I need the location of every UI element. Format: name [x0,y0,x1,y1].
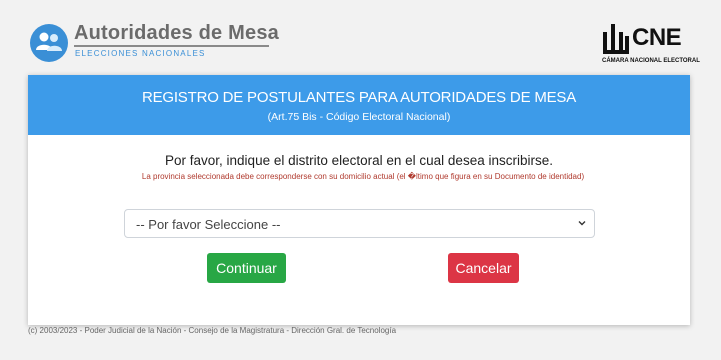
cne-logo-text: CNE [632,24,682,51]
brand-subtitle: ELECCIONES NACIONALES [75,49,206,58]
continue-button[interactable]: Continuar [207,253,286,283]
district-prompt: Por favor, indique el distrito electoral… [165,153,553,168]
brand-title: Autoridades de Mesa [74,22,279,44]
card-header: REGISTRO DE POSTULANTES PARA AUTORIDADES… [28,75,690,135]
page-title: REGISTRO DE POSTULANTES PARA AUTORIDADES… [141,89,577,106]
users-icon [30,24,68,62]
footer-text: (c) 2003/2023 - Poder Judicial de la Nac… [28,326,397,335]
site-header: Autoridades de Mesa ELECCIONES NACIONALE… [0,0,721,76]
district-select[interactable]: -- Por favor Seleccione -- [124,209,595,238]
district-select-value: -- Por favor Seleccione -- [136,217,281,232]
province-note: La provincia seleccionada debe correspon… [141,172,585,181]
cne-logo-subtitle: CÁMARA NACIONAL ELECTORAL [602,58,700,64]
chevron-down-icon [578,221,586,226]
cancel-button[interactable]: Cancelar [448,253,519,283]
cne-logo: CNE CÁMARA NACIONAL ELECTORAL [602,22,700,66]
cne-logo-icon [603,24,629,54]
brand-divider [74,45,269,47]
registration-card: REGISTRO DE POSTULANTES PARA AUTORIDADES… [28,75,690,325]
page-subtitle: (Art.75 Bis - Código Electoral Nacional) [267,111,451,123]
